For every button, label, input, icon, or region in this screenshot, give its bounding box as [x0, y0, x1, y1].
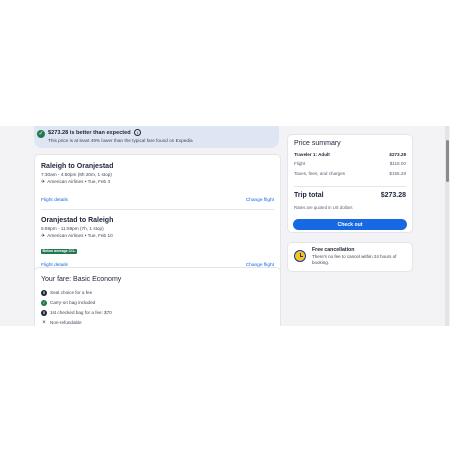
fare-features: $ Seat choice for a fee ✓ Carry-on bag inc… — [41, 290, 112, 326]
price-insight-banner: ✓ $273.28 is better than expected i This… — [34, 126, 279, 148]
fare-feature: $1st checked bag for a fee: $70 — [41, 310, 112, 320]
fare-title: Your fare: Basic Economy — [41, 276, 122, 283]
fare-feature-text: 1st checked bag for a fee: $70 — [50, 310, 112, 316]
cancellation-text: There's no fee to cancel within 24 hours… — [312, 254, 397, 265]
dollar-icon: $ — [41, 290, 47, 296]
info-icon[interactable]: i — [134, 129, 142, 136]
flight-times: 7:30am - 4:50pm (8h 20m, 1 stop) — [41, 172, 112, 177]
fare-feature-text: Seat choice for a fee — [50, 290, 93, 296]
banner-title-row: $273.28 is better than expected i — [48, 129, 142, 136]
outbound-flight: Raleigh to Oranjestad 7:30am - 4:50pm (8… — [41, 163, 274, 203]
currency-note: Rates are quoted in US dollars — [294, 205, 353, 210]
airline-date: American Airlines • Tue, Feb 10 — [47, 233, 113, 238]
price-summary-card: Price summary Traveler 1: Adult $273.28 … — [287, 134, 413, 233]
flight-label: Flight — [294, 161, 306, 166]
flight-route-title: Raleigh to Oranjestad — [41, 163, 114, 170]
dollar-icon: $ — [41, 310, 47, 316]
cancellation-title: Free cancellation — [312, 247, 355, 253]
traveler-value: $273.28 — [389, 152, 406, 157]
free-cancellation-card: Free cancellation There's no fee to canc… — [287, 242, 413, 272]
traveler-label: Traveler 1: Adult — [294, 152, 330, 157]
check-icon: ✓ — [41, 300, 47, 306]
x-icon: × — [42, 320, 46, 326]
fare-feature-text: Carry-on bag included — [50, 300, 96, 306]
scrollbar-thumb[interactable] — [445, 140, 449, 182]
flight-row: Flight $118.00 — [294, 161, 406, 166]
flight-details-link[interactable]: Flight details — [41, 198, 68, 203]
airline-tail-icon: ✈ — [41, 179, 46, 185]
clock-icon — [294, 250, 306, 262]
airline-row: ✈ American Airlines • Tue, Feb 10 — [41, 233, 274, 239]
flight-value: $118.00 — [389, 161, 406, 166]
trip-total-label: Trip total — [294, 192, 324, 199]
booking-page: ✓ $273.28 is better than expected i This… — [0, 126, 450, 326]
fare-feature-text: Non-refundable — [50, 320, 82, 326]
airline-tail-icon: ✈ — [41, 233, 46, 239]
fare-feature: ✓ Carry-on bag included — [41, 300, 112, 310]
traveler-row: Traveler 1: Adult $273.28 — [294, 152, 406, 157]
fare-card: Your fare: Basic Economy $ Seat choice fo… — [34, 267, 281, 326]
taxes-label[interactable]: Taxes, fees, and charges — [294, 171, 345, 176]
banner-title: $273.28 is better than expected — [48, 129, 131, 136]
trip-total-row: Trip total $273.28 — [294, 192, 406, 199]
check-circle-icon: ✓ — [37, 130, 45, 138]
banner-subtitle: This price is at least 49% lower than th… — [48, 138, 193, 143]
checkout-button[interactable]: Check out — [293, 219, 407, 230]
taxes-value: $155.28 — [389, 171, 406, 176]
trip-total-value: $273.28 — [380, 192, 406, 199]
change-flight-link[interactable]: Change flight — [246, 198, 274, 203]
fare-feature: $ Seat choice for a fee — [41, 290, 112, 300]
co2-badge: Below average CO₂ — [41, 248, 78, 254]
divider — [294, 186, 406, 187]
airline-date: American Airlines • Tue, Feb 3 — [47, 179, 111, 184]
flight-route-title: Oranjestad to Raleigh — [41, 217, 114, 224]
price-summary-title: Price summary — [294, 140, 341, 147]
page-scrollbar[interactable] — [445, 126, 449, 326]
taxes-row[interactable]: Taxes, fees, and charges $155.28 — [294, 171, 406, 176]
fare-feature: × Non-refundable — [41, 320, 112, 326]
flight-times: 5:59pm - 11:59pm (7h, 1 stop) — [41, 226, 104, 231]
divider — [41, 209, 274, 210]
airline-row: ✈ American Airlines • Tue, Feb 3 — [41, 179, 274, 185]
